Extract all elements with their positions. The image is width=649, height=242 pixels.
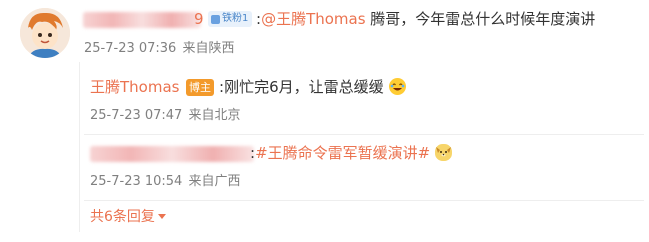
username-blurred[interactable]	[90, 146, 254, 162]
reply-divider	[84, 200, 644, 201]
comment-content: :@王腾Thomas 腾哥，今年雷总什么时候年度演讲	[256, 9, 595, 29]
comment-timestamp: 25-7-23 07:36	[84, 41, 177, 56]
chevron-down-icon	[157, 214, 166, 219]
dog-emoji-icon	[434, 144, 452, 161]
avatar-image	[20, 8, 70, 58]
fan-badge-icon	[211, 14, 220, 24]
laughing-emoji-icon	[389, 78, 407, 95]
fan-badge[interactable]: 铁粉1	[208, 11, 253, 27]
host-badge: 博主	[186, 79, 214, 96]
comment-source: 来自陕西	[182, 41, 235, 56]
mention-link[interactable]: @王腾Thomas	[261, 10, 365, 28]
comment-text: 腾哥，今年雷总什么时候年度演讲	[365, 10, 596, 28]
username-blurred[interactable]	[83, 12, 201, 28]
reply-source: 来自广西	[188, 174, 241, 189]
reply-timestamp: 25-7-23 07:47	[90, 108, 183, 123]
reply-meta: 25-7-23 07:47 来自北京	[90, 107, 241, 125]
reply-text: 刚忙完6月，让雷总缓缓	[224, 78, 384, 96]
reply-thread-line	[79, 62, 80, 232]
username-suffix[interactable]: 9	[194, 9, 204, 29]
fan-badge-label: 铁粉1	[222, 13, 249, 24]
reply-divider	[84, 134, 644, 135]
hashtag-link[interactable]: #王腾命令雷军暂缓演讲#	[255, 144, 430, 162]
more-replies-label: 共6条回复	[90, 209, 155, 225]
reply-content: :#王腾命令雷军暂缓演讲#	[250, 143, 452, 163]
more-replies-button[interactable]: 共6条回复	[90, 208, 166, 226]
avatar[interactable]	[20, 8, 70, 58]
reply-source: 来自北京	[188, 108, 241, 123]
comment-meta: 25-7-23 07:36 来自陕西	[84, 40, 235, 58]
reply-timestamp: 25-7-23 10:54	[90, 174, 183, 189]
reply-content: :刚忙完6月，让雷总缓缓	[219, 77, 407, 97]
reply-meta: 25-7-23 10:54 来自广西	[90, 173, 241, 191]
reply-username[interactable]: 王腾Thomas	[90, 77, 179, 97]
